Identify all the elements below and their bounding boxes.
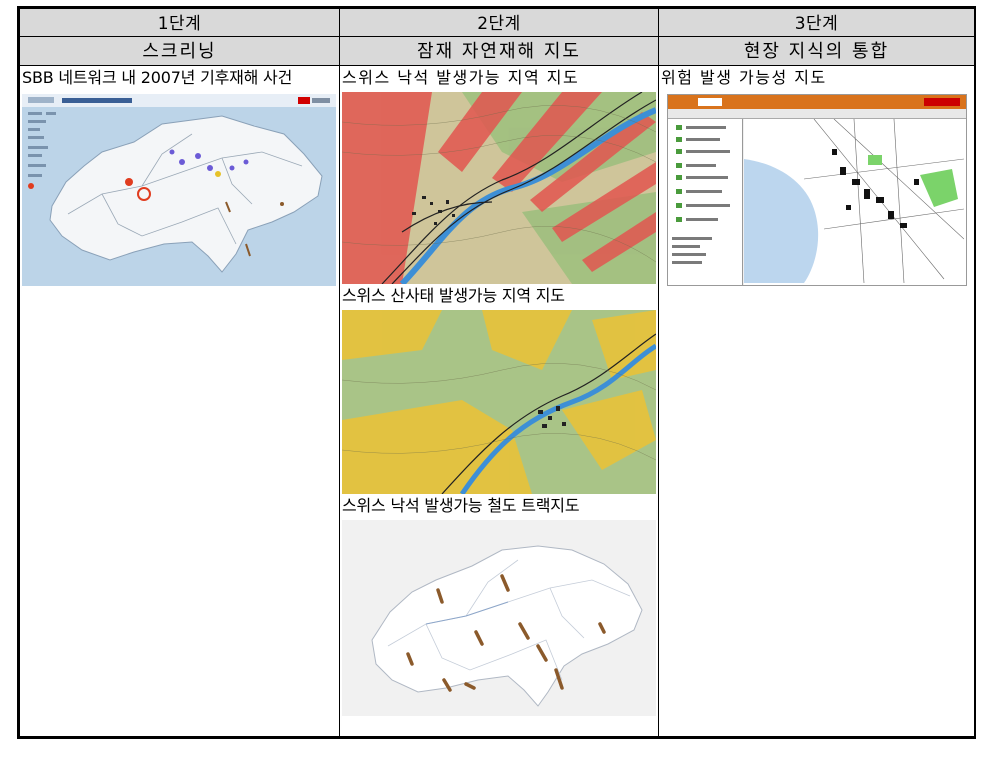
rockfall-hazard-map <box>342 92 656 284</box>
landslide-hazard-map-image <box>342 310 656 494</box>
stage-table-frame: 1단계 2단계 3단계 스크리닝 잠재 자연재해 지도 현장 지식의 통합 SB… <box>17 6 976 739</box>
hazard-map-caption: 위험 발생 가능성 지도 <box>661 68 827 87</box>
app-map-view <box>744 118 966 285</box>
landslide-hazard-map <box>342 310 656 494</box>
rockfall-track-map <box>342 520 656 716</box>
sbb-badge-icon <box>924 98 960 106</box>
stage-row: 1단계 2단계 3단계 <box>19 8 975 37</box>
rockfall-track-map-caption: 스위스 낙석 발생가능 철도 트랙지도 <box>342 496 580 515</box>
event-map-caption: SBB 네트워크 내 2007년 기후재해 사건 <box>22 68 293 87</box>
climate-event-map-image <box>22 94 336 286</box>
app-layer-list-image <box>672 125 730 264</box>
app-logo-tag <box>698 98 722 106</box>
stage-2-header: 2단계 <box>339 8 659 37</box>
stage-2-content: 스위스 낙석 발생가능 지역 지도 스위스 산사태 발생가능 지역 지도 스위스… <box>339 65 659 737</box>
stage-1-content: SBB 네트워크 내 2007년 기후재해 사건 <box>19 65 340 737</box>
rockfall-map-caption: 스위스 낙석 발생가능 지역 지도 <box>342 68 580 87</box>
climate-event-map <box>22 94 336 286</box>
stage-3-header: 3단계 <box>658 8 975 37</box>
stage-table: 1단계 2단계 3단계 스크리닝 잠재 자연재해 지도 현장 지식의 통합 SB… <box>19 8 975 737</box>
app-title-bar <box>668 95 966 109</box>
app-layer-panel <box>668 119 743 285</box>
stage-1-header: 1단계 <box>19 8 340 37</box>
hazard-probability-app <box>667 94 967 286</box>
stage-3-title: 현장 지식의 통합 <box>658 36 975 66</box>
landslide-map-caption: 스위스 산사태 발생가능 지역 지도 <box>342 286 565 305</box>
rockfall-track-map-image <box>342 520 656 716</box>
stage-3-content: 위험 발생 가능성 지도 <box>658 65 975 737</box>
stage-1-title: 스크리닝 <box>19 36 340 66</box>
rockfall-hazard-map-image <box>342 92 656 284</box>
app-toolbar <box>668 109 966 119</box>
stage-2-title: 잠재 자연재해 지도 <box>339 36 659 66</box>
content-row: SBB 네트워크 내 2007년 기후재해 사건 스위스 낙석 발생가능 지역 … <box>19 65 975 737</box>
title-row: 스크리닝 잠재 자연재해 지도 현장 지식의 통합 <box>19 36 975 66</box>
app-city-map-image <box>744 118 965 284</box>
